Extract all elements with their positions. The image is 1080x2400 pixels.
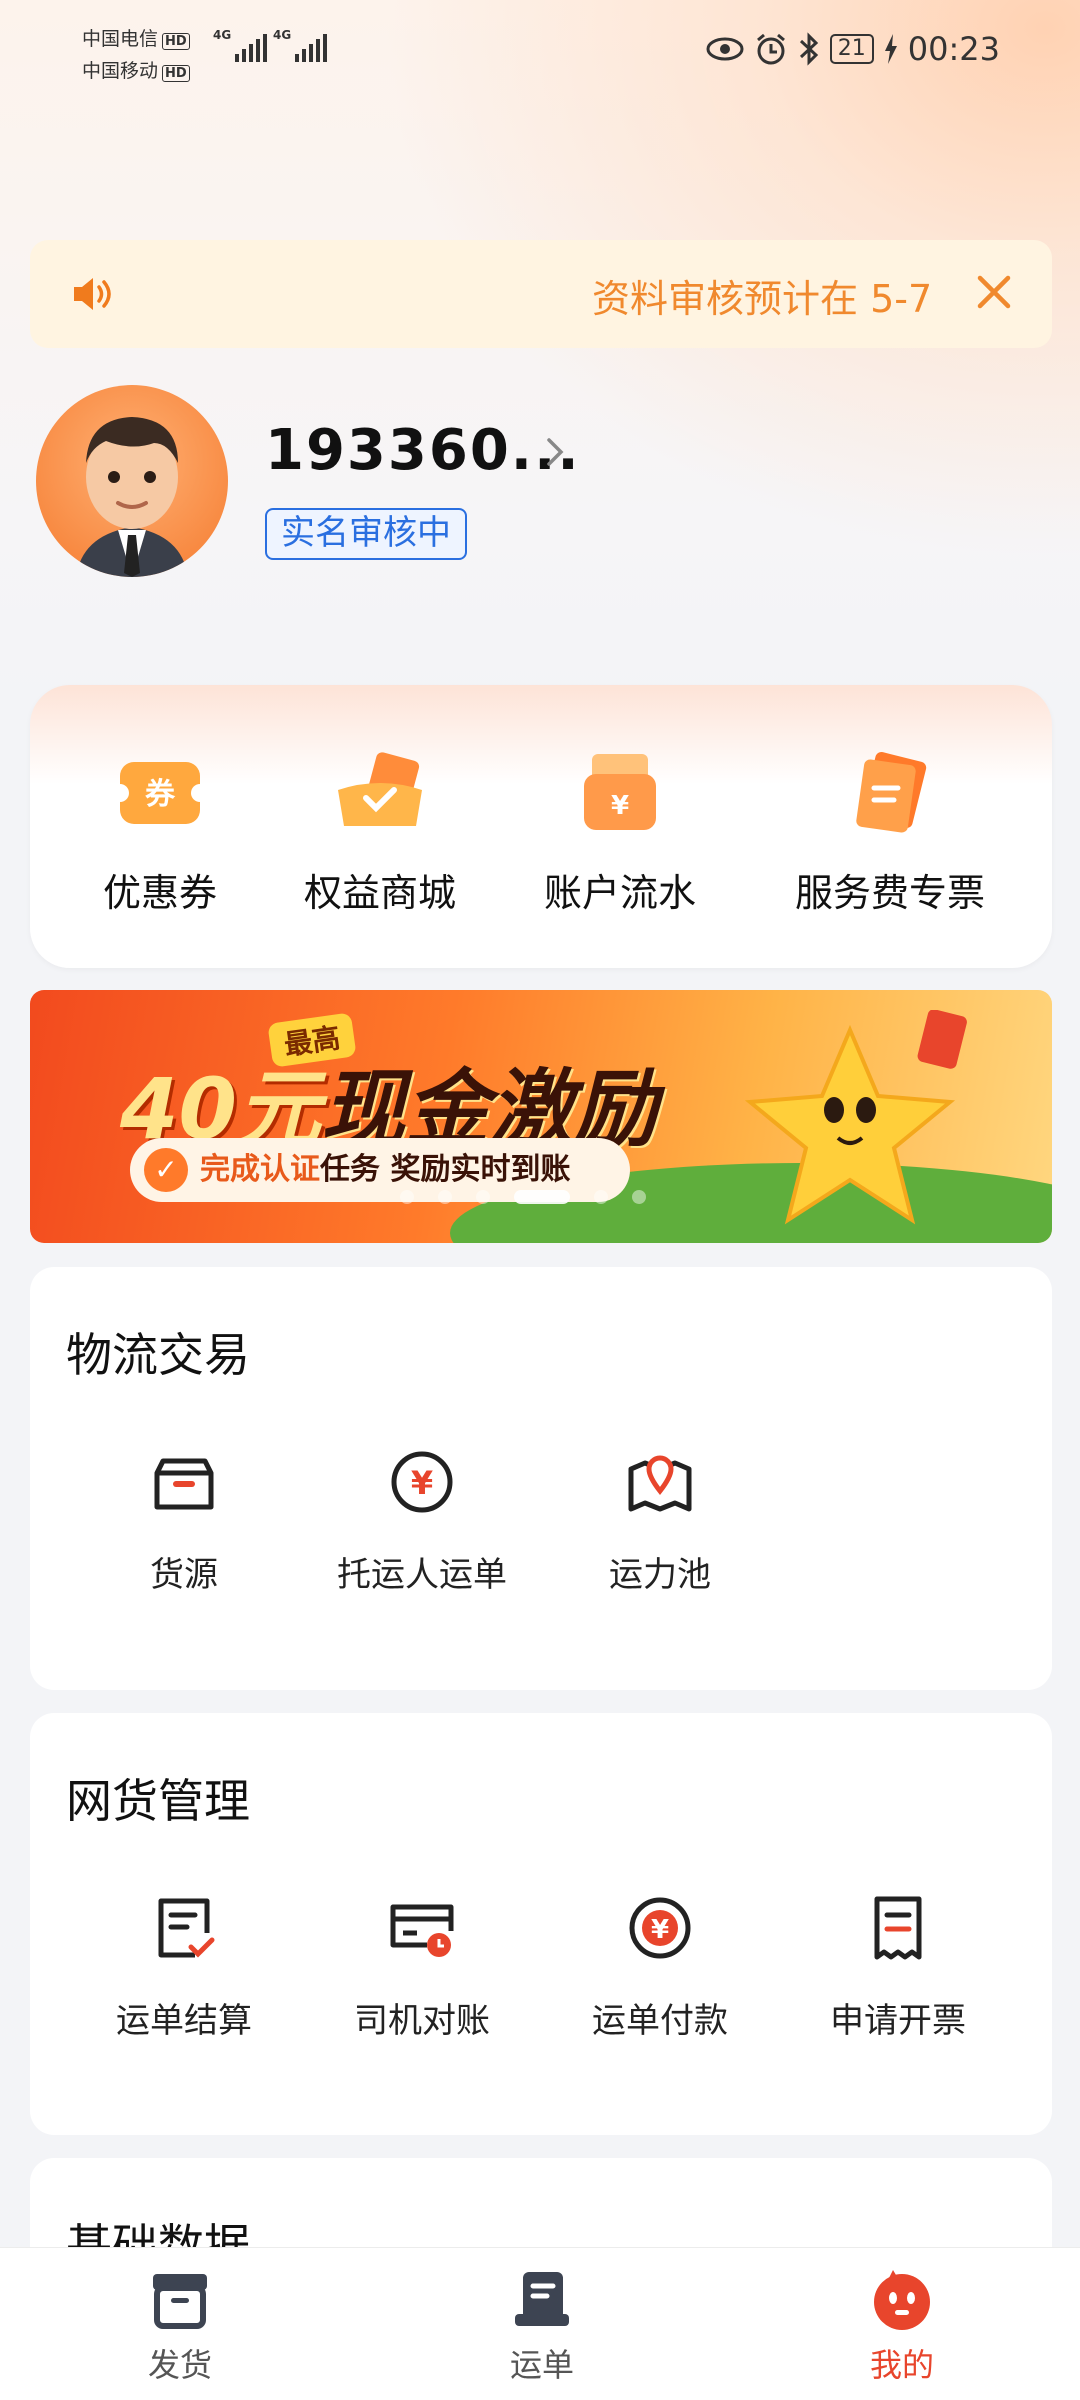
username[interactable]: 193360... [265, 418, 581, 483]
notice-text: 资料审核预计在 5-7 [592, 277, 933, 321]
quick-action-service-invoice-label: 服务费专票 [794, 871, 985, 915]
carrier-1: 中国电信 HD [82, 24, 190, 51]
network-freight-card: 网货管理 运单结算 司机对账 ¥ 运单付款 申请开票 [30, 1713, 1052, 2135]
grid-item-capacity-pool-label: 运力池 [609, 1555, 711, 1595]
network-type-label: 4G [213, 28, 232, 42]
avatar[interactable] [36, 385, 228, 577]
banner-pagination [400, 1190, 646, 1204]
status-bar: 中国电信 HD 中国移动 HD 4G 4G 21 00:23 [0, 0, 1080, 110]
quick-actions-card: 券 优惠券 权益商城 ¥ 账户流水 服务费专票 [30, 685, 1052, 968]
rights-mall-icon [338, 752, 422, 826]
invoice-receipt-icon [874, 1896, 922, 1960]
grid-item-shipper-waybill[interactable]: ¥ 托运人运单 [302, 1447, 542, 1596]
nav-item-waybill[interactable]: 运单 [442, 2266, 642, 2386]
promo-banner[interactable]: 最高 40元现金激励 ✓ 完成认证任务 奖励实时到账 [30, 990, 1052, 1243]
banner-dot-active[interactable] [514, 1190, 570, 1204]
grid-item-cargo[interactable]: 货源 [64, 1447, 304, 1596]
bluetooth-icon [799, 32, 818, 66]
payment-yuan-icon: ¥ [629, 1897, 691, 1959]
svg-text:券: 券 [145, 777, 176, 812]
nav-item-ship[interactable]: 发货 [80, 2266, 280, 2386]
nav-item-mine-label: 我的 [869, 2346, 934, 2384]
banner-dot[interactable] [438, 1190, 452, 1204]
quick-action-service-invoice[interactable]: 服务费专票 [740, 750, 1040, 917]
charging-icon [884, 34, 897, 64]
quick-action-coupon-label: 优惠券 [102, 871, 217, 915]
settlement-doc-icon [158, 1898, 215, 1958]
grid-item-shipper-waybill-label: 托运人运单 [337, 1555, 507, 1595]
cargo-box-icon [154, 1458, 214, 1510]
carrier-2-label: 中国移动 [82, 60, 159, 82]
quick-action-coupon[interactable]: 券 优惠券 [40, 750, 280, 917]
alarm-icon [756, 33, 785, 65]
yuan-circle-icon: ¥ [391, 1451, 453, 1513]
svg-text:¥: ¥ [651, 1915, 669, 1945]
banner-dot[interactable] [476, 1190, 490, 1204]
network-type-label: 4G [273, 28, 292, 42]
grid-item-waybill-payment-label: 运单付款 [592, 2001, 728, 2041]
coupon-icon: 券 [112, 762, 208, 824]
mine-mascot-icon [874, 2270, 930, 2330]
carrier-1-label: 中国电信 [82, 28, 159, 50]
nav-item-waybill-label: 运单 [509, 2346, 574, 2384]
bottom-nav: 发货 运单 我的 [0, 2247, 1080, 2400]
notice-bar[interactable]: 资料审核预计在 5-7 [30, 240, 1052, 348]
grid-item-driver-reconcile[interactable]: 司机对账 [302, 1893, 542, 2042]
battery-icon: 21 [829, 34, 874, 64]
account-flow-icon: ¥ [584, 754, 656, 830]
grid-item-waybill-payment[interactable]: ¥ 运单付款 [540, 1893, 780, 2042]
ship-box-icon [153, 2274, 207, 2329]
signal-1-icon: 4G [213, 28, 267, 62]
clock-time: 00:23 [907, 30, 1000, 68]
quick-action-account-flow-label: 账户流水 [543, 871, 696, 915]
grid-item-driver-reconcile-label: 司机对账 [354, 2001, 490, 2041]
grid-item-waybill-settlement[interactable]: 运单结算 [64, 1893, 304, 2042]
eye-icon [706, 37, 744, 61]
verify-status-badge[interactable]: 实名审核中 [265, 508, 467, 560]
close-icon[interactable] [974, 272, 1014, 312]
hd-badge: HD [162, 65, 190, 82]
grid-item-apply-invoice[interactable]: 申请开票 [778, 1893, 1018, 2042]
grid-item-apply-invoice-label: 申请开票 [830, 2001, 966, 2041]
service-invoice-icon [856, 751, 927, 833]
map-pin-icon [628, 1455, 692, 1512]
banner-dot[interactable] [632, 1190, 646, 1204]
speaker-icon [74, 278, 111, 310]
svg-text:¥: ¥ [611, 791, 629, 821]
quick-action-rights-mall[interactable]: 权益商城 [260, 750, 500, 917]
grid-item-cargo-label: 货源 [150, 1555, 218, 1595]
grid-item-capacity-pool[interactable]: 运力池 [540, 1447, 780, 1596]
banner-dot[interactable] [594, 1190, 608, 1204]
check-icon: ✓ [144, 1148, 188, 1192]
network-freight-title: 网货管理 [66, 1774, 250, 1828]
chevron-right-icon[interactable] [545, 436, 565, 468]
grid-item-waybill-settlement-label: 运单结算 [116, 2001, 252, 2041]
signal-2-icon: 4G [273, 28, 327, 62]
status-icons: 21 00:23 [706, 30, 1000, 68]
logistics-title: 物流交易 [66, 1328, 250, 1382]
quick-action-rights-mall-label: 权益商城 [303, 871, 456, 915]
logistics-card: 物流交易 货源 ¥ 托运人运单 运力池 [30, 1267, 1052, 1690]
nav-item-mine[interactable]: 我的 [802, 2266, 1002, 2386]
svg-text:¥: ¥ [411, 1464, 433, 1502]
banner-pill-highlight: 完成认证 [200, 1152, 320, 1187]
reconcile-card-icon [390, 1904, 454, 1957]
avatar-illustration [76, 417, 188, 577]
hd-badge: HD [162, 33, 190, 50]
waybill-icon [515, 2272, 569, 2326]
star-mascot-icon [744, 1010, 967, 1225]
nav-item-ship-label: 发货 [147, 2346, 212, 2384]
quick-action-account-flow[interactable]: ¥ 账户流水 [500, 750, 740, 917]
carrier-2: 中国移动 HD [82, 56, 190, 83]
banner-dot[interactable] [400, 1190, 414, 1204]
banner-pill-rest: 任务 奖励实时到账 [320, 1152, 571, 1187]
